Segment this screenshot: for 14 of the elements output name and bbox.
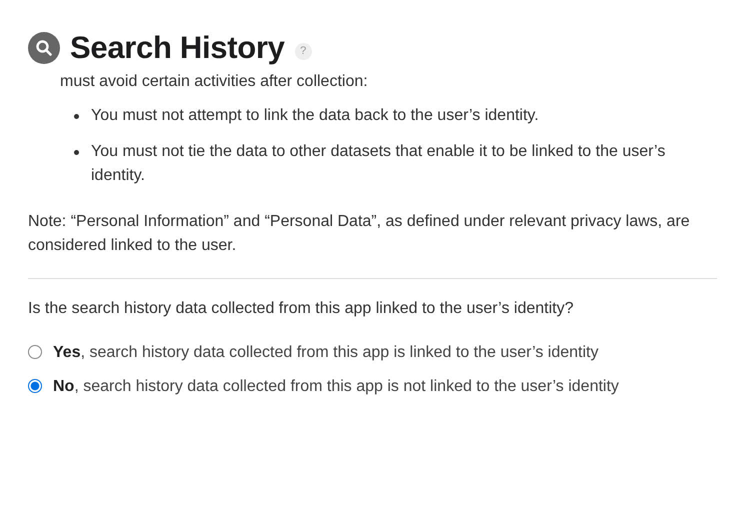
radio-button[interactable] xyxy=(28,379,42,393)
radio-button[interactable] xyxy=(28,345,42,359)
question-text: Is the search history data collected from this app linked to the user’s identity? xyxy=(28,299,574,319)
search-icon xyxy=(28,32,60,64)
option-label: Yes, search history data collected from this app is linked to the user’s identity xyxy=(53,343,598,363)
bullet-icon xyxy=(74,150,79,155)
option-label: No, search history data collected from this app is not linked to the user’s identity xyxy=(53,377,619,397)
page-title: Search History xyxy=(70,30,285,66)
bullet-icon xyxy=(74,114,79,119)
paragraph: must avoid certain activities after collection: xyxy=(60,72,369,92)
note-text: Note: “Personal Information” and “Personal Data”, as defined under relevant privacy laws, are considered linked to the user. xyxy=(28,212,691,256)
list-item: You must not attempt to link the data back to the user’s identity. xyxy=(91,106,539,126)
help-button[interactable]: ? xyxy=(294,42,312,60)
list-item: You must not tie the data to other datasets that enable it to be linked to the user’s identity. xyxy=(91,142,666,186)
